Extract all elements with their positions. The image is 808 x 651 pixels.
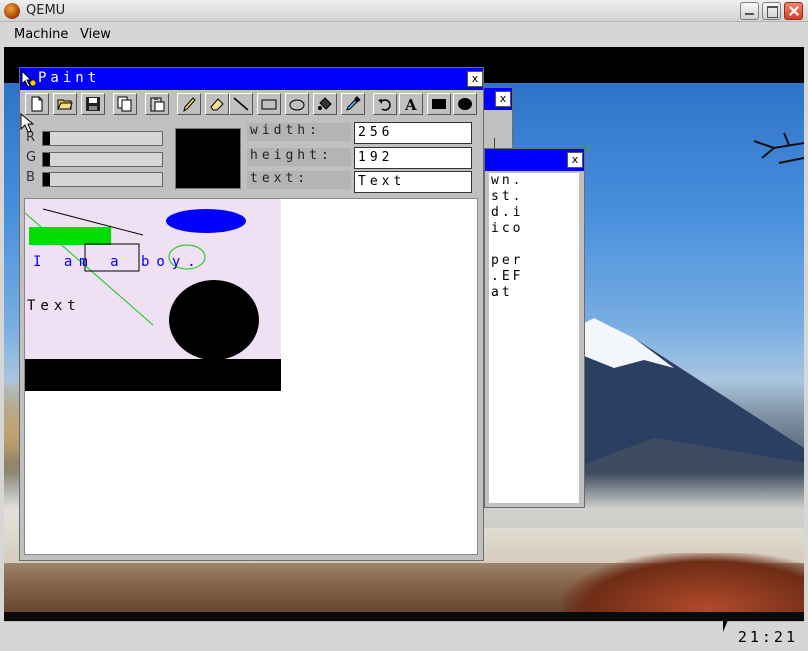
window-titlebar[interactable]: x [485,149,584,171]
rectangle-tool-button[interactable] [257,93,281,115]
fill-button[interactable] [313,93,337,115]
black-filled-circle [169,280,259,360]
blue-slider-knob[interactable] [43,173,50,186]
save-button[interactable] [81,93,105,115]
pencil-button[interactable] [177,93,201,115]
copy-button[interactable] [113,93,137,115]
green-slider[interactable] [42,152,163,167]
ellipse-tool-button[interactable] [285,93,309,115]
eraser-icon [210,98,224,111]
paint-title: Paint [38,70,101,86]
text-line: .EF [491,269,524,284]
guest-taskbar [4,612,804,621]
qemu-titlebar: QEMU [0,0,808,22]
ellipse-icon [289,99,305,111]
new-file-icon [31,96,43,112]
paint-canvas-area[interactable]: I am a boy. Text [24,198,478,555]
pencil-icon [183,97,196,112]
menu-view[interactable]: View [80,27,111,42]
clock: 21:21 [737,628,798,646]
mouse-cursor-icon [20,113,35,133]
green-slider-knob[interactable] [43,153,50,166]
line-tool-button[interactable] [229,93,253,115]
eraser-button[interactable] [205,93,229,115]
paint-toolbar: A [25,93,479,117]
text-line: at [491,285,513,300]
filled-rectangle-icon [432,99,446,109]
undo-button[interactable] [373,93,397,115]
text-input[interactable]: Text [354,171,472,193]
copy-icon [117,96,132,112]
autumn-trees [564,553,804,621]
undo-icon [378,99,391,111]
text-line: ico [491,221,524,236]
canvas-text-blue: I am a boy. [33,254,203,270]
filled-ellipse-button[interactable] [453,93,477,115]
rectangle-icon [261,99,277,110]
menubar: Machine View [0,22,808,47]
text-line: wn. [491,173,524,188]
open-folder-icon [57,99,73,110]
color-picker-icon [346,96,361,111]
width-label: width: [247,123,351,141]
text-line [491,237,579,253]
paste-icon [150,97,165,112]
height-label: height: [247,148,351,166]
paste-button[interactable] [145,93,169,115]
close-button[interactable]: x [567,152,583,168]
text-tool-button[interactable]: A [399,93,423,115]
fill-bucket-icon [318,97,332,110]
height-input[interactable]: 192 [354,147,472,169]
drawing-canvas[interactable]: I am a boy. Text [25,199,281,391]
text-icon: A [404,96,417,112]
line-icon [233,97,249,111]
minimize-button[interactable] [740,2,759,20]
tree-branch [753,132,804,164]
close-button[interactable]: x [495,91,511,107]
status-bar: 21:21 [4,620,804,651]
paint-window[interactable]: Paint x A R G B width: 256 height: 192 t… [19,67,484,561]
paint-titlebar[interactable]: Paint x [20,68,483,90]
color-picker-button[interactable] [341,93,365,115]
canvas-text-black: Text [27,298,81,314]
svg-text:A: A [404,96,417,112]
blue-label: B [26,170,35,185]
text-line: st. [491,189,524,204]
color-preview [175,128,241,189]
blue-filled-ellipse [166,209,246,233]
new-file-button[interactable] [25,93,49,115]
pointer-icon [723,620,728,632]
guest-screen[interactable]: x x wn. st. d.i ico per .EF at Paint x A… [4,47,804,621]
green-label: G [26,150,37,165]
width-input[interactable]: 256 [354,122,472,144]
black-filled-bar [25,359,281,391]
maximize-button[interactable] [762,2,781,20]
paint-app-icon [21,70,36,88]
green-filled-rectangle [29,227,111,245]
text-label: text: [247,171,351,189]
text-line: per [491,253,524,268]
qemu-app-icon [4,3,20,19]
red-slider[interactable] [42,131,163,146]
text-line: d.i [491,205,524,220]
text-window[interactable]: x wn. st. d.i ico per .EF at [484,148,585,508]
save-icon [86,97,100,111]
filled-ellipse-icon [458,98,472,110]
red-slider-knob[interactable] [43,132,50,145]
menu-machine[interactable]: Machine [14,27,68,42]
text-content: wn. st. d.i ico per .EF at [489,173,579,503]
close-button[interactable]: x [467,71,483,87]
window-title: QEMU [26,3,66,18]
close-button[interactable] [784,2,803,20]
filled-rectangle-button[interactable] [427,93,451,115]
blue-slider[interactable] [42,172,163,187]
open-button[interactable] [53,93,77,115]
